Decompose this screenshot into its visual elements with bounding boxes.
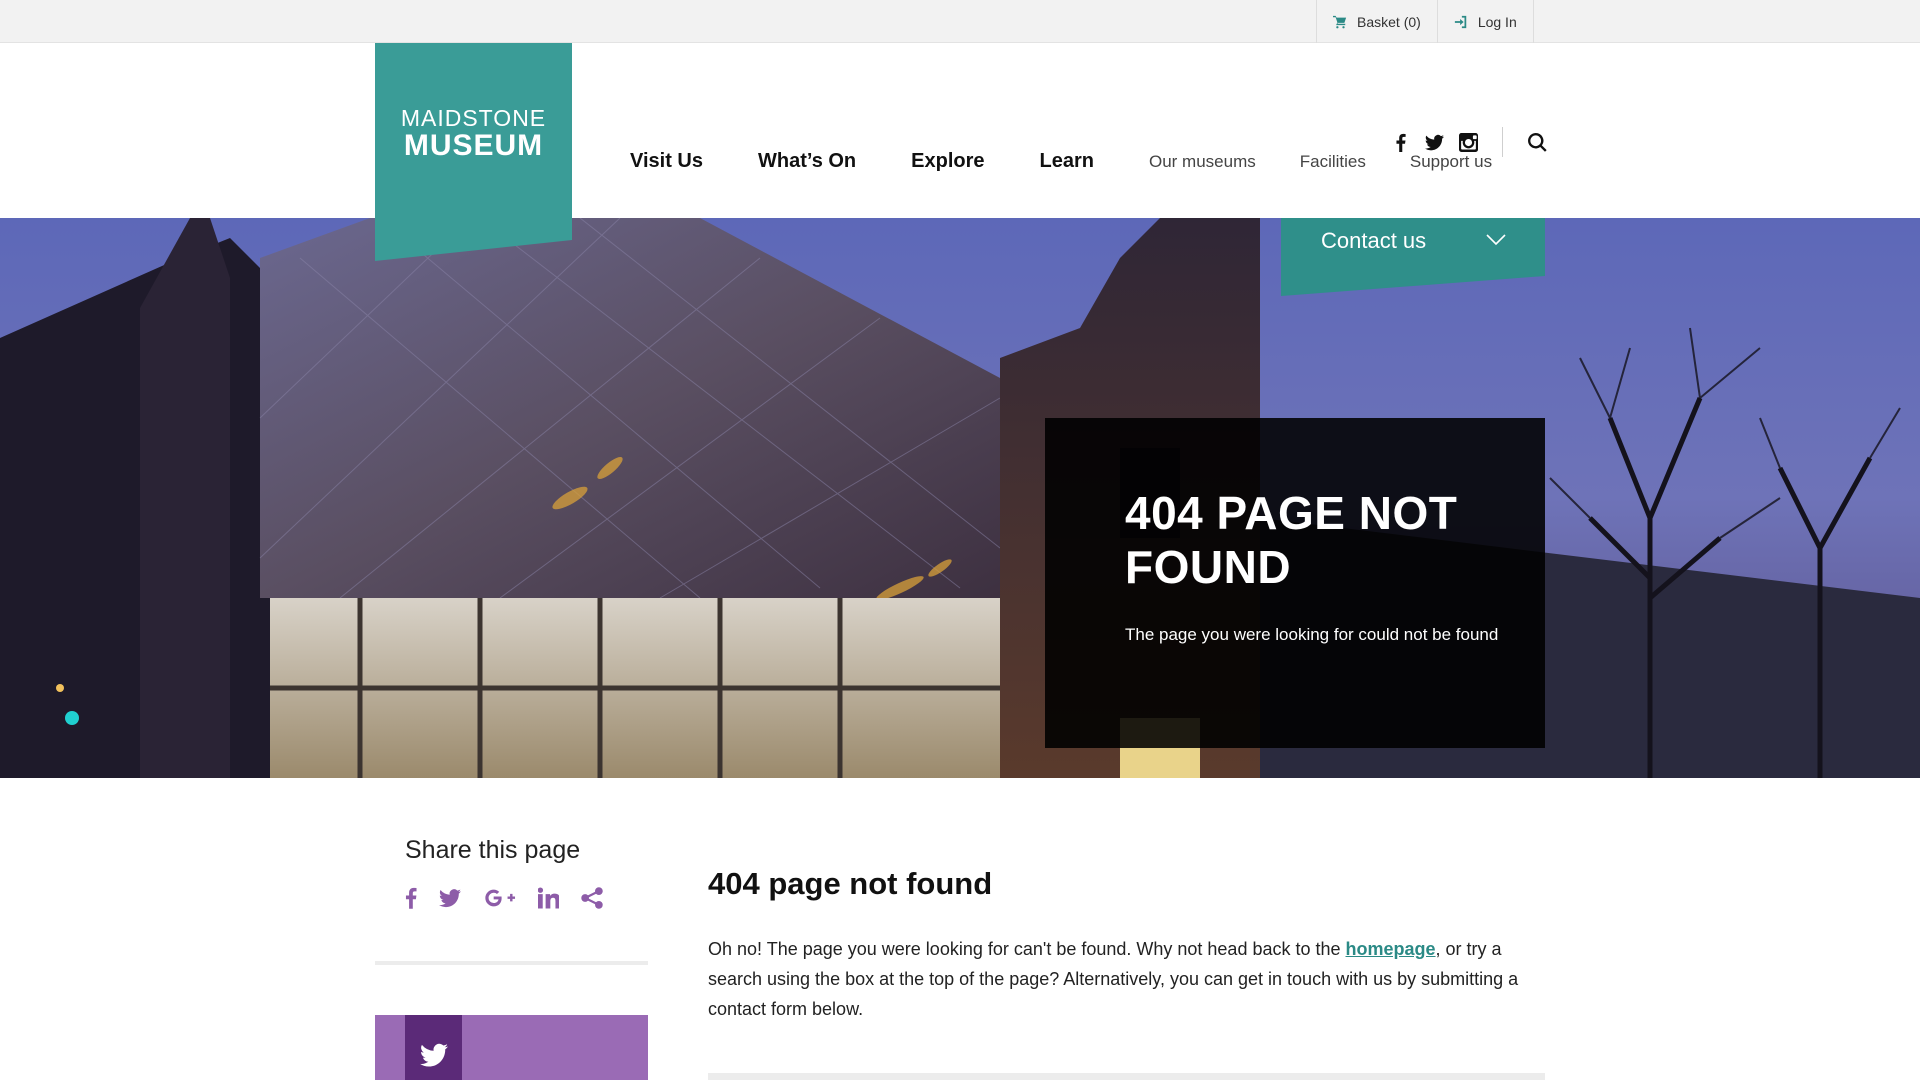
content-body: Oh no! The page you were looking for can… bbox=[708, 934, 1548, 1024]
nav-learn[interactable]: Learn bbox=[1040, 150, 1094, 173]
cart-icon bbox=[1333, 15, 1347, 28]
logo-line-2: MUSEUM bbox=[403, 129, 544, 162]
hero-photo bbox=[0, 218, 1920, 778]
content-divider bbox=[708, 1073, 1545, 1080]
twitter-feed-box bbox=[375, 1015, 648, 1080]
login-label: Log In bbox=[1477, 13, 1517, 30]
main-nav: Visit Us What’s On Explore Learn Our mus… bbox=[630, 150, 1536, 173]
logo-line-1: MAIDSTONE bbox=[400, 105, 547, 131]
nav-visit-us[interactable]: Visit Us bbox=[630, 150, 703, 173]
instagram-icon[interactable] bbox=[1458, 132, 1478, 152]
nav-our-museums[interactable]: Our museums bbox=[1149, 152, 1256, 172]
site-header: Visit Us What’s On Explore Learn Our mus… bbox=[0, 43, 1920, 219]
contact-us-dropdown[interactable]: Contact us bbox=[1281, 218, 1545, 296]
basket-label: Basket (0) bbox=[1357, 13, 1421, 30]
hero-title: 404 PAGE NOT FOUND bbox=[1125, 487, 1458, 593]
basket-link[interactable]: Basket (0) bbox=[1316, 0, 1437, 43]
share-icons bbox=[405, 884, 603, 912]
hero-panel: 404 PAGE NOT FOUND The page you were loo… bbox=[1045, 418, 1545, 748]
content-title: 404 page not found bbox=[708, 866, 993, 901]
twitter-badge[interactable] bbox=[405, 1015, 462, 1080]
twitter-icon[interactable] bbox=[1424, 132, 1444, 152]
share-title: Share this page bbox=[405, 836, 581, 864]
homepage-link[interactable]: homepage bbox=[1346, 939, 1436, 959]
sidebar-divider bbox=[375, 961, 648, 965]
facebook-icon[interactable] bbox=[405, 884, 417, 912]
logo-text: MAIDSTONE MUSEUM bbox=[375, 105, 572, 161]
contact-label: Contact us bbox=[1321, 228, 1427, 253]
utility-links: Basket (0) Log In bbox=[1316, 0, 1534, 43]
hero-banner bbox=[0, 218, 1920, 778]
nav-whats-on[interactable]: What’s On bbox=[758, 150, 856, 173]
twitter-icon bbox=[419, 1043, 448, 1067]
site-logo[interactable]: MAIDSTONE MUSEUM bbox=[375, 43, 572, 261]
login-link[interactable]: Log In bbox=[1436, 0, 1534, 43]
nav-support-us[interactable]: Support us bbox=[1410, 152, 1492, 172]
hero-subtitle: The page you were looking for could not … bbox=[1125, 625, 1499, 644]
facebook-icon[interactable] bbox=[1390, 132, 1410, 152]
search-icon[interactable] bbox=[1527, 132, 1547, 152]
nav-explore[interactable]: Explore bbox=[911, 150, 984, 173]
linkedin-icon[interactable] bbox=[538, 884, 559, 912]
body-text-start: Oh no! The page you were looking for can… bbox=[708, 939, 1346, 959]
chevron-down-icon bbox=[1486, 234, 1506, 246]
share-icon[interactable] bbox=[581, 884, 603, 912]
twitter-icon[interactable] bbox=[439, 884, 461, 912]
nav-facilities[interactable]: Facilities bbox=[1300, 152, 1366, 172]
google-plus-icon[interactable] bbox=[483, 884, 516, 912]
utility-bar: Basket (0) Log In bbox=[0, 0, 1920, 43]
login-icon bbox=[1454, 15, 1467, 28]
